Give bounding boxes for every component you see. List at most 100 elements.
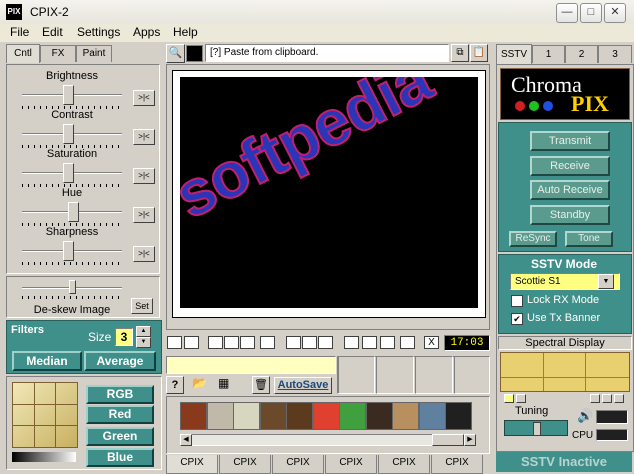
mosaic-icon[interactable] <box>344 336 359 349</box>
slider-thumb-0[interactable] <box>63 85 74 105</box>
tab-2[interactable]: 2 <box>565 45 598 63</box>
scroll-right-icon[interactable]: ▶ <box>464 434 476 446</box>
tab-1[interactable]: 1 <box>532 45 565 63</box>
reset-button-2[interactable]: >|< <box>133 168 155 184</box>
copy-icon[interactable]: ⧉ <box>451 44 469 62</box>
red-button[interactable]: Red <box>86 405 154 424</box>
bottom-tab-3[interactable]: CPIX <box>325 455 377 474</box>
thumbnail-9[interactable] <box>418 402 446 430</box>
median-button[interactable]: Median <box>12 351 82 371</box>
reset-button-3[interactable]: >|< <box>133 207 155 223</box>
slider-thumb-2[interactable] <box>63 163 74 183</box>
size-down-icon[interactable]: ▼ <box>136 337 151 348</box>
scanner-icon[interactable]: ▦ <box>218 376 236 390</box>
thumbnail-5[interactable] <box>312 402 340 430</box>
grid-icon[interactable] <box>400 336 415 349</box>
menu-settings[interactable]: Settings <box>77 25 120 39</box>
auto-receive-button[interactable]: Auto Receive <box>530 180 610 200</box>
tab-paint[interactable]: Paint <box>76 45 112 62</box>
thumbnail-0[interactable] <box>180 402 207 430</box>
scroll-left-icon[interactable]: ◀ <box>180 434 192 446</box>
tab-sstv[interactable]: SSTV <box>496 44 532 64</box>
menu-help[interactable]: Help <box>173 25 198 39</box>
thumbnail-7[interactable] <box>365 402 393 430</box>
preview-slot-1[interactable] <box>337 356 375 394</box>
comment-field[interactable] <box>166 356 336 374</box>
menu-edit[interactable]: Edit <box>42 25 63 39</box>
spectral-mode-1[interactable] <box>504 394 514 403</box>
thumbnail-4[interactable] <box>286 402 313 430</box>
transmit-button[interactable]: Transmit <box>530 131 610 151</box>
spectral-mode-2[interactable] <box>516 394 526 403</box>
color-swatch[interactable] <box>186 45 203 62</box>
bottom-tab-4[interactable]: CPIX <box>378 455 430 474</box>
reset-button-0[interactable]: >|< <box>133 90 155 106</box>
bottom-tab-5[interactable]: CPIX <box>431 455 483 474</box>
tab-3[interactable]: 3 <box>598 45 632 63</box>
layout-4-icon[interactable] <box>224 336 239 349</box>
split-icon[interactable] <box>380 336 395 349</box>
preview-slot-3[interactable] <box>415 356 453 394</box>
layout-3-icon[interactable] <box>208 336 223 349</box>
paste-icon[interactable]: 📋 <box>470 44 488 62</box>
bottom-tab-0[interactable]: CPIX <box>166 455 218 474</box>
blue-button[interactable]: Blue <box>86 448 154 467</box>
deskew-slider[interactable] <box>69 280 76 294</box>
size-input[interactable]: 3 <box>115 328 133 346</box>
crop-icon[interactable] <box>286 336 301 349</box>
thumbnail-3[interactable] <box>259 402 287 430</box>
lock-rx-checkbox[interactable] <box>511 295 523 307</box>
magnifier-icon[interactable]: 🔍 <box>166 44 185 63</box>
thumbnail-2[interactable] <box>233 402 260 430</box>
speaker-icon[interactable]: 🔊 <box>577 408 593 424</box>
layout-2-icon[interactable] <box>184 336 199 349</box>
select-icon[interactable] <box>302 336 317 349</box>
bottom-tab-1[interactable]: CPIX <box>219 455 271 474</box>
scroll-thumb[interactable] <box>432 434 464 446</box>
tab-cntl[interactable]: Cntl <box>6 44 40 63</box>
layout-1-icon[interactable] <box>167 336 182 349</box>
reset-button-1[interactable]: >|< <box>133 129 155 145</box>
trash-icon[interactable]: 🗑 <box>252 376 270 394</box>
rgb-button[interactable]: RGB <box>86 385 154 404</box>
close-button[interactable]: ✕ <box>604 3 626 23</box>
image-canvas[interactable]: softpedia <box>180 77 478 308</box>
preview-slot-4[interactable] <box>454 356 490 394</box>
close-image-icon[interactable]: X <box>424 336 439 349</box>
green-button[interactable]: Green <box>86 427 154 446</box>
bottom-tab-2[interactable]: CPIX <box>272 455 324 474</box>
maximize-button[interactable]: □ <box>580 3 602 23</box>
chevron-down-icon[interactable]: ▼ <box>598 274 614 289</box>
rotate-icon[interactable] <box>318 336 333 349</box>
thumbnail-1[interactable] <box>206 402 234 430</box>
slider-thumb-1[interactable] <box>63 124 74 144</box>
reset-button-4[interactable]: >|< <box>133 246 155 262</box>
color-grid[interactable] <box>12 382 78 448</box>
spectral-mode-4[interactable] <box>602 394 612 403</box>
layout-6-icon[interactable] <box>260 336 275 349</box>
open-folder-icon[interactable]: 📂 <box>192 376 210 390</box>
frame-icon[interactable] <box>362 336 377 349</box>
menu-file[interactable]: File <box>10 25 29 39</box>
layout-5-icon[interactable] <box>240 336 255 349</box>
average-button[interactable]: Average <box>84 351 156 371</box>
tab-fx[interactable]: FX <box>40 45 76 62</box>
thumbnail-8[interactable] <box>392 402 419 430</box>
autosave-button[interactable]: AutoSave <box>274 377 332 394</box>
slider-thumb-4[interactable] <box>63 241 74 261</box>
menu-apps[interactable]: Apps <box>133 25 160 39</box>
deskew-set-button[interactable]: Set <box>131 298 153 314</box>
thumbnail-6[interactable] <box>339 402 366 430</box>
size-up-icon[interactable]: ▲ <box>136 326 151 337</box>
help-icon[interactable]: ? <box>166 376 184 394</box>
receive-button[interactable]: Receive <box>530 156 610 176</box>
slider-thumb-3[interactable] <box>68 202 79 222</box>
resync-button[interactable]: ReSync <box>509 231 557 247</box>
thumbnail-10[interactable] <box>445 402 472 430</box>
minimize-button[interactable]: — <box>556 3 578 23</box>
preview-slot-2[interactable] <box>376 356 414 394</box>
standby-button[interactable]: Standby <box>530 205 610 225</box>
tone-button[interactable]: Tone <box>565 231 613 247</box>
tuning-slider[interactable] <box>504 420 568 436</box>
use-tx-banner-checkbox[interactable]: ✔ <box>511 313 523 325</box>
